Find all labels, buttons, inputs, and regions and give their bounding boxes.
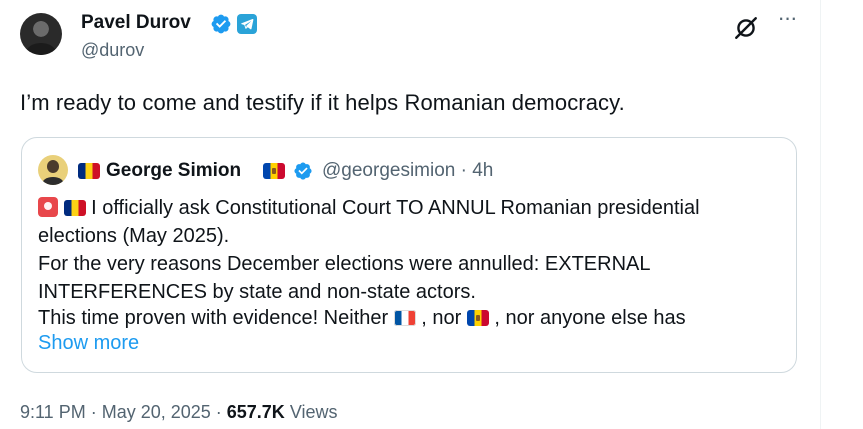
tweet-text: I’m ready to come and testify if it help… xyxy=(20,90,625,115)
quoted-text-segment: , nor anyone else has xyxy=(494,307,686,329)
verified-badge-icon[interactable] xyxy=(293,161,313,181)
tweet-timestamp[interactable]: 9:11 PM · May 20, 2025 · xyxy=(20,402,227,422)
quoted-text-line: elections (May 2025). xyxy=(38,225,230,247)
views-label: Views xyxy=(284,402,338,422)
author-avatar[interactable] xyxy=(20,13,62,55)
moldova-flag-icon xyxy=(263,163,285,179)
quoted-text-line: I officially ask Constitutional Court TO… xyxy=(38,197,700,220)
quoted-text-line: This time proven with evidence! Neither … xyxy=(38,307,686,330)
verified-badge-icon[interactable] xyxy=(210,13,232,35)
author-name[interactable]: Pavel Durov xyxy=(81,12,191,34)
timeline-border xyxy=(820,0,821,429)
quoted-text-segment: I officially ask Constitutional Court TO… xyxy=(91,197,700,219)
grok-icon[interactable] xyxy=(733,15,759,41)
more-horizontal-icon[interactable]: ··· xyxy=(775,7,799,34)
quoted-text-segment: , nor xyxy=(421,307,467,329)
quoted-text-segment: This time proven with evidence! Neither xyxy=(38,307,394,329)
show-more-link[interactable]: Show more xyxy=(38,332,139,355)
telegram-icon[interactable] xyxy=(237,14,257,34)
romania-flag-icon xyxy=(63,200,86,216)
moldova-flag-icon xyxy=(466,310,489,326)
romania-flag-icon xyxy=(78,163,100,179)
quoted-tweet[interactable]: George Simion @georgesimion · 4h I offic… xyxy=(21,137,797,373)
quoted-author-avatar[interactable] xyxy=(38,155,68,185)
quoted-text-line: INTERFERENCES by state and non-state act… xyxy=(38,281,476,303)
author-handle[interactable]: @durov xyxy=(81,40,144,61)
quoted-text-line: For the very reasons December elections … xyxy=(38,253,651,275)
france-flag-icon xyxy=(393,310,416,326)
views-count[interactable]: 657.7K xyxy=(227,402,285,422)
tweet-meta: 9:11 PM · May 20, 2025 · 657.7K Views xyxy=(20,402,338,423)
police-light-emoji-icon xyxy=(38,197,58,217)
quoted-handle-time[interactable]: @georgesimion · 4h xyxy=(322,160,493,182)
quoted-author-name[interactable]: George Simion xyxy=(106,160,241,182)
